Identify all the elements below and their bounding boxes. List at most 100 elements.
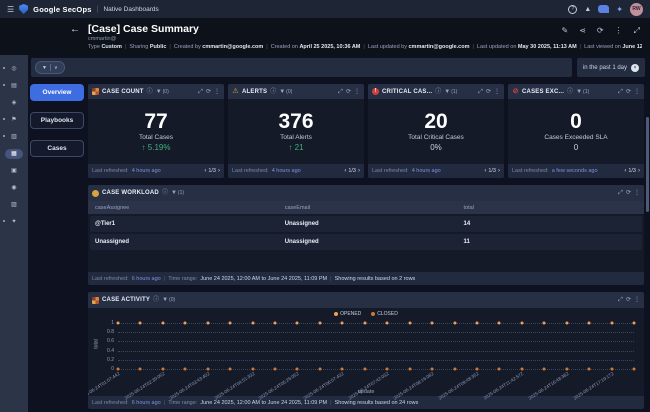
case-workload-widget: CASE WORKLOAD ⓘ ▼ (1) ⤢ ⟳ ⋮ caseAssignee… <box>88 185 644 285</box>
rail-item-alerts-nav[interactable]: ◈ <box>0 94 28 111</box>
info-icon[interactable]: ⓘ <box>153 297 159 303</box>
back-button[interactable]: ← <box>70 24 80 35</box>
next-page-icon[interactable]: › <box>638 168 640 174</box>
case-activity-widget: CASE ACTIVITY ⓘ ▼ (0) ⤢ ⟳ ⋮ OPENEDCLOSED… <box>88 292 644 409</box>
clear-icon[interactable]: × <box>631 64 639 72</box>
expand-icon[interactable]: ⤢ <box>198 89 203 95</box>
alerts-nav-icon: ◈ <box>12 100 17 106</box>
app-bar: ☰ Google SecOps | Native Dashboards ? ▲ … <box>0 0 650 18</box>
kebab-icon[interactable]: ⋮ <box>634 190 640 196</box>
kebab-icon[interactable]: ⋮ <box>634 297 640 303</box>
legend-item-closed[interactable]: CLOSED <box>371 311 398 317</box>
last-refreshed-label: Last refreshed: <box>232 168 269 174</box>
kebab-icon[interactable]: ⋮ <box>615 27 623 35</box>
widget-title: CASE WORKLOAD <box>102 190 159 196</box>
rail-item-settings[interactable]: ✦ <box>0 213 28 230</box>
tab-cases[interactable]: Cases <box>30 140 84 157</box>
reports-icon: ▣ <box>11 168 17 174</box>
divider: | <box>164 276 165 282</box>
filter-icon[interactable]: ▼ <box>279 89 285 95</box>
rail-item-dashboards[interactable]: ▦ <box>0 145 28 162</box>
tab-playbooks[interactable]: Playbooks <box>30 112 84 129</box>
refresh-icon[interactable]: ⟳ <box>626 89 631 95</box>
meta-label: Created on <box>271 44 300 50</box>
next-page-icon[interactable]: › <box>218 168 220 174</box>
rail-item-search[interactable]: ◎ <box>0 60 28 77</box>
column-header: total <box>464 205 637 211</box>
prev-page-icon[interactable]: ‹ <box>344 168 346 174</box>
nav-rail: ◎▤ ◈ ⚑ ▥ ▦ ▣ ◉▨ ✦ <box>0 55 28 412</box>
refresh-icon[interactable]: ⟳ <box>346 89 351 95</box>
menu-icon[interactable]: ☰ <box>7 5 14 14</box>
refresh-icon[interactable]: ⟳ <box>626 297 631 303</box>
refresh-icon[interactable]: ⟳ <box>626 190 631 196</box>
rail-item-assets[interactable]: ◉ <box>0 179 28 196</box>
avatar[interactable]: RW <box>630 3 643 16</box>
rail-item-rules[interactable]: ▨ <box>0 196 28 213</box>
data-point <box>475 321 478 324</box>
rail-item-investigations[interactable]: ▥ <box>0 128 28 145</box>
rail-item-cases-nav[interactable]: ▤ <box>0 77 28 94</box>
time-range-chip[interactable]: in the past 1 day × <box>577 58 645 77</box>
data-point <box>139 321 142 324</box>
tab-overview[interactable]: Overview <box>30 84 84 101</box>
info-icon[interactable]: ⓘ <box>147 89 153 95</box>
labs-icon[interactable]: ▲ <box>584 6 591 13</box>
divider: | <box>330 276 331 282</box>
prev-page-icon[interactable]: ‹ <box>624 168 626 174</box>
kebab-icon[interactable]: ⋮ <box>494 89 500 95</box>
settings-icon: ✦ <box>11 219 16 225</box>
share-icon[interactable]: ⋖ <box>579 27 586 35</box>
last-refreshed-value: 4 hours ago <box>272 168 301 174</box>
expand-icon[interactable]: ⤢ <box>618 297 623 303</box>
prev-page-icon[interactable]: ‹ <box>204 168 206 174</box>
data-point <box>520 321 523 324</box>
gemini-icon[interactable]: ✦ <box>616 5 623 14</box>
rail-item-reports[interactable]: ▣ <box>0 162 28 179</box>
fullscreen-icon[interactable]: ⤢ <box>634 27 640 35</box>
refresh-icon[interactable]: ⟳ <box>597 27 604 35</box>
expand-icon[interactable]: ⤢ <box>618 89 623 95</box>
rail-item-detections[interactable]: ⚑ <box>0 111 28 128</box>
meta-label: Last viewed on <box>584 44 622 50</box>
data-point <box>386 321 389 324</box>
stat-delta: ↑ 21 <box>288 143 303 152</box>
y-tick-label: 0 <box>111 366 114 372</box>
data-point <box>565 321 568 324</box>
help-icon[interactable]: ? <box>568 5 577 14</box>
data-point <box>161 321 164 324</box>
filter-icon[interactable]: ▼ <box>576 89 582 95</box>
expand-icon[interactable]: ⤢ <box>618 190 623 196</box>
filter-count: (0) <box>163 89 169 95</box>
scrollbar[interactable] <box>646 117 649 212</box>
refresh-icon[interactable]: ⟳ <box>486 89 491 95</box>
info-icon[interactable]: ⓘ <box>435 89 441 95</box>
filter-icon[interactable]: ▼ <box>156 89 162 95</box>
info-icon[interactable]: ⓘ <box>162 190 168 196</box>
filter-icon[interactable]: ▼ <box>171 190 177 196</box>
legend-label: CLOSED <box>377 311 398 317</box>
kebab-icon[interactable]: ⋮ <box>214 89 220 95</box>
meta-divider: | <box>125 44 126 50</box>
filter-count: (0) <box>169 297 175 303</box>
filter-icon[interactable]: ▼ <box>444 89 450 95</box>
next-page-icon[interactable]: › <box>498 168 500 174</box>
meta-value: April 25 2025, 10:36 AM <box>299 44 360 50</box>
info-icon[interactable]: ⓘ <box>567 89 573 95</box>
info-icon[interactable]: ⓘ <box>270 89 276 95</box>
activity-plot: 10.80.60.40.20 <box>118 323 634 369</box>
time-range-value: June 24 2025, 12:00 AM to June 24 2025, … <box>200 400 327 406</box>
kebab-icon[interactable]: ⋮ <box>354 89 360 95</box>
chat-icon[interactable] <box>598 5 609 13</box>
investigations-icon: ▥ <box>11 134 17 140</box>
add-filter-button[interactable]: ▼ ∨ <box>35 61 65 74</box>
expand-icon[interactable]: ⤢ <box>338 89 343 95</box>
kebab-icon[interactable]: ⋮ <box>634 89 640 95</box>
legend-item-opened[interactable]: OPENED <box>334 311 361 317</box>
prev-page-icon[interactable]: ‹ <box>484 168 486 174</box>
filter-icon[interactable]: ▼ <box>162 297 168 303</box>
refresh-icon[interactable]: ⟳ <box>206 89 211 95</box>
expand-icon[interactable]: ⤢ <box>478 89 483 95</box>
edit-icon[interactable]: ✎ <box>561 27 568 35</box>
next-page-icon[interactable]: › <box>358 168 360 174</box>
